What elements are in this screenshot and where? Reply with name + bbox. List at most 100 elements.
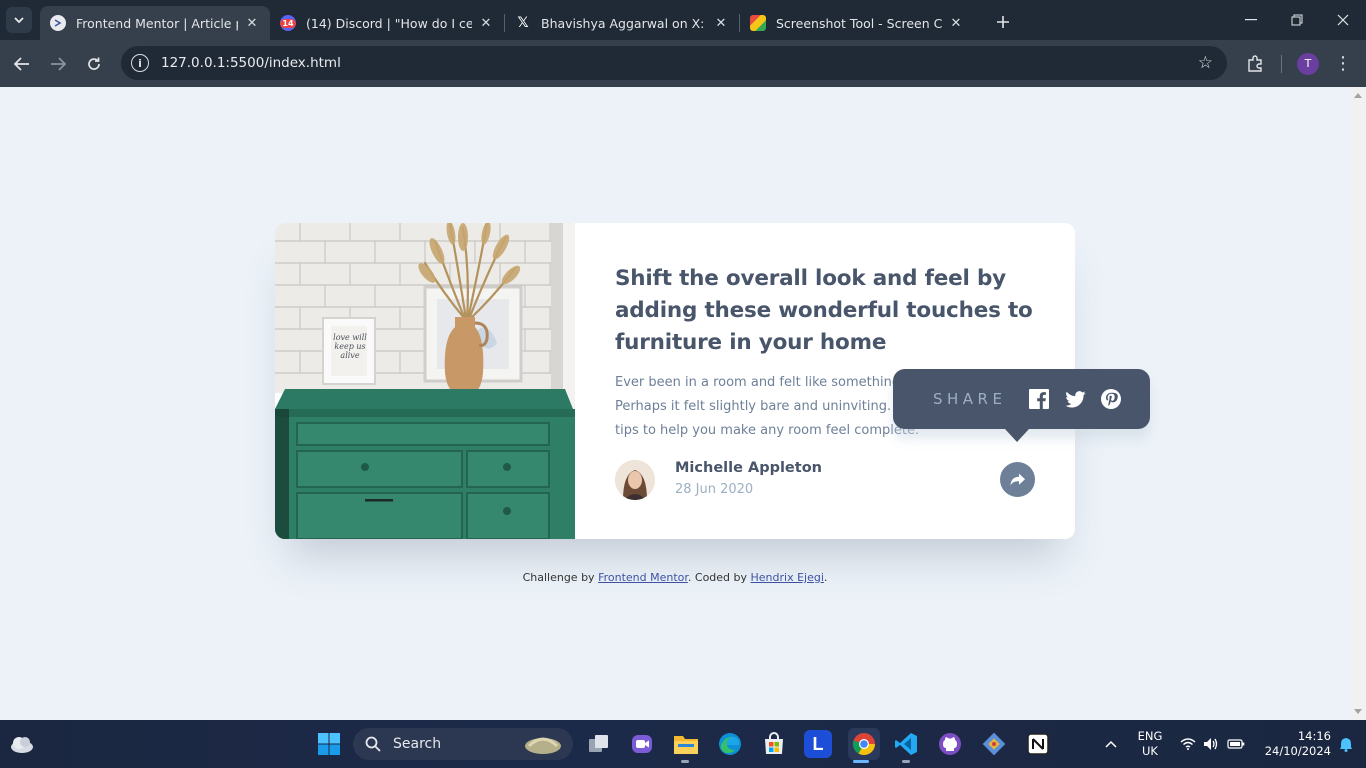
weather-icon[interactable] (8, 730, 36, 758)
tab-search-button[interactable] (6, 7, 32, 33)
restore-button[interactable] (1274, 0, 1320, 40)
vscode-icon[interactable] (892, 730, 920, 758)
meet-icon[interactable] (628, 730, 656, 758)
browser-menu-button[interactable]: ⋮ (1333, 40, 1353, 87)
tab-title: (14) Discord | "How do I center (306, 15, 472, 31)
kebab-menu-icon: ⋮ (1334, 53, 1352, 74)
close-icon (1337, 14, 1349, 26)
tab-x[interactable]: 𝕏 Bhavishya Aggarwal on X: "@m ✕ (505, 6, 739, 40)
frontend-mentor-link[interactable]: Frontend Mentor (598, 571, 688, 584)
scroll-up-icon[interactable] (1354, 93, 1362, 98)
tab-frontend-mentor[interactable]: Frontend Mentor | Article preview ✕ (40, 6, 270, 40)
clock-date: 24/10/2024 (1264, 744, 1331, 758)
url-text[interactable]: 127.0.0.1:5500/index.html (161, 55, 341, 71)
github-desktop-icon[interactable] (936, 730, 964, 758)
start-button[interactable] (315, 730, 343, 758)
search-label: Search (393, 736, 442, 752)
chrome-icon[interactable] (848, 728, 880, 760)
minimize-icon (1245, 19, 1257, 21)
author-info: Michelle Appleton 28 Jun 2020 (615, 460, 1035, 500)
arrow-left-icon (14, 56, 29, 71)
arrow-right-icon (51, 56, 66, 71)
attribution-text: . (823, 571, 828, 584)
task-view-icon[interactable] (585, 730, 613, 758)
taskbar-search[interactable]: Search (353, 728, 573, 760)
bookmark-star-icon[interactable]: ☆ (1198, 53, 1213, 73)
close-icon[interactable]: ✕ (713, 15, 729, 31)
attribution-footer: Challenge by Frontend Mentor. Coded by H… (0, 571, 1350, 584)
share-icon (1010, 473, 1025, 486)
page-scrollbar[interactable] (1350, 87, 1366, 720)
author-link[interactable]: Hendrix Ejegi (751, 571, 824, 584)
reload-icon (88, 57, 100, 70)
back-button[interactable] (6, 48, 38, 80)
tab-title: Frontend Mentor | Article preview (76, 15, 238, 31)
windows-taskbar: Search L ENG UK 14:16 24/10/2024 (0, 720, 1366, 768)
author-name: Michelle Appleton (675, 460, 822, 476)
share-popover: SHARE (893, 369, 1150, 442)
toolbar-divider (1281, 55, 1282, 73)
git-app-icon[interactable] (980, 730, 1008, 758)
discord-icon: 14 (280, 15, 296, 31)
language-indicator[interactable]: ENG UK (1134, 720, 1166, 768)
chevron-up-icon (1105, 740, 1117, 748)
search-highlight-icon (525, 737, 561, 754)
close-icon[interactable]: ✕ (244, 15, 260, 31)
l-app-icon[interactable]: L (804, 730, 832, 758)
screenshot-tool-icon (750, 15, 766, 31)
tab-title: Bhavishya Aggarwal on X: "@m (541, 15, 707, 31)
minimize-button[interactable] (1228, 0, 1274, 40)
x-icon: 𝕏 (517, 15, 529, 31)
wifi-icon[interactable] (1178, 720, 1198, 768)
frame-text: love will keep us alive (333, 333, 367, 360)
notification-badge: 14 (280, 18, 296, 28)
pinterest-icon[interactable] (1100, 388, 1122, 410)
puzzle-icon (1248, 54, 1262, 72)
browser-toolbar: i 127.0.0.1:5500/index.html ☆ T ⋮ (0, 40, 1366, 87)
tab-discord[interactable]: 14 (14) Discord | "How do I center ✕ (270, 6, 504, 40)
notion-icon[interactable] (1024, 730, 1052, 758)
close-icon[interactable]: ✕ (948, 15, 964, 31)
show-hidden-icons-button[interactable] (1100, 720, 1122, 768)
site-info-icon[interactable]: i (131, 54, 149, 72)
attribution-text: . Coded by (687, 571, 751, 584)
windows-logo-icon (318, 733, 340, 755)
edge-icon[interactable] (716, 730, 744, 758)
active-indicator (853, 760, 869, 763)
tab-title: Screenshot Tool - Screen Captu (776, 15, 942, 31)
search-icon (365, 736, 381, 752)
region-code: UK (1142, 744, 1158, 758)
share-button[interactable] (1000, 462, 1035, 497)
file-explorer-icon[interactable] (672, 730, 700, 758)
frontend-mentor-icon (50, 15, 66, 31)
share-label: SHARE (933, 390, 1007, 408)
notification-bell-button[interactable] (1334, 720, 1358, 768)
bell-icon (1340, 737, 1352, 752)
avatar: T (1297, 52, 1319, 75)
battery-icon[interactable] (1225, 720, 1247, 768)
drawers-image: love will keep us alive (275, 223, 575, 539)
microsoft-store-icon[interactable] (760, 730, 788, 758)
running-indicator (902, 760, 910, 763)
facebook-icon[interactable] (1028, 388, 1050, 410)
publish-date: 28 Jun 2020 (675, 482, 754, 497)
avatar (615, 460, 655, 500)
plus-icon (997, 16, 1009, 28)
notifications-icon[interactable] (1300, 720, 1320, 768)
running-indicator (681, 760, 689, 763)
tab-screenshot-tool[interactable]: Screenshot Tool - Screen Captu ✕ (740, 6, 974, 40)
new-tab-button[interactable] (990, 9, 1016, 35)
restore-icon (1291, 14, 1303, 26)
page-viewport: love will keep us alive Shift the overal… (0, 87, 1350, 720)
extensions-button[interactable] (1240, 40, 1270, 87)
address-bar[interactable]: i 127.0.0.1:5500/index.html ☆ (121, 46, 1227, 80)
volume-icon[interactable] (1201, 720, 1221, 768)
profile-button[interactable]: T (1293, 40, 1323, 87)
reload-button[interactable] (78, 48, 110, 80)
twitter-icon[interactable] (1064, 388, 1086, 410)
close-icon[interactable]: ✕ (478, 15, 494, 31)
forward-button[interactable] (42, 48, 74, 80)
scroll-down-icon[interactable] (1354, 709, 1362, 714)
close-window-button[interactable] (1320, 0, 1366, 40)
chevron-down-icon (14, 16, 24, 23)
